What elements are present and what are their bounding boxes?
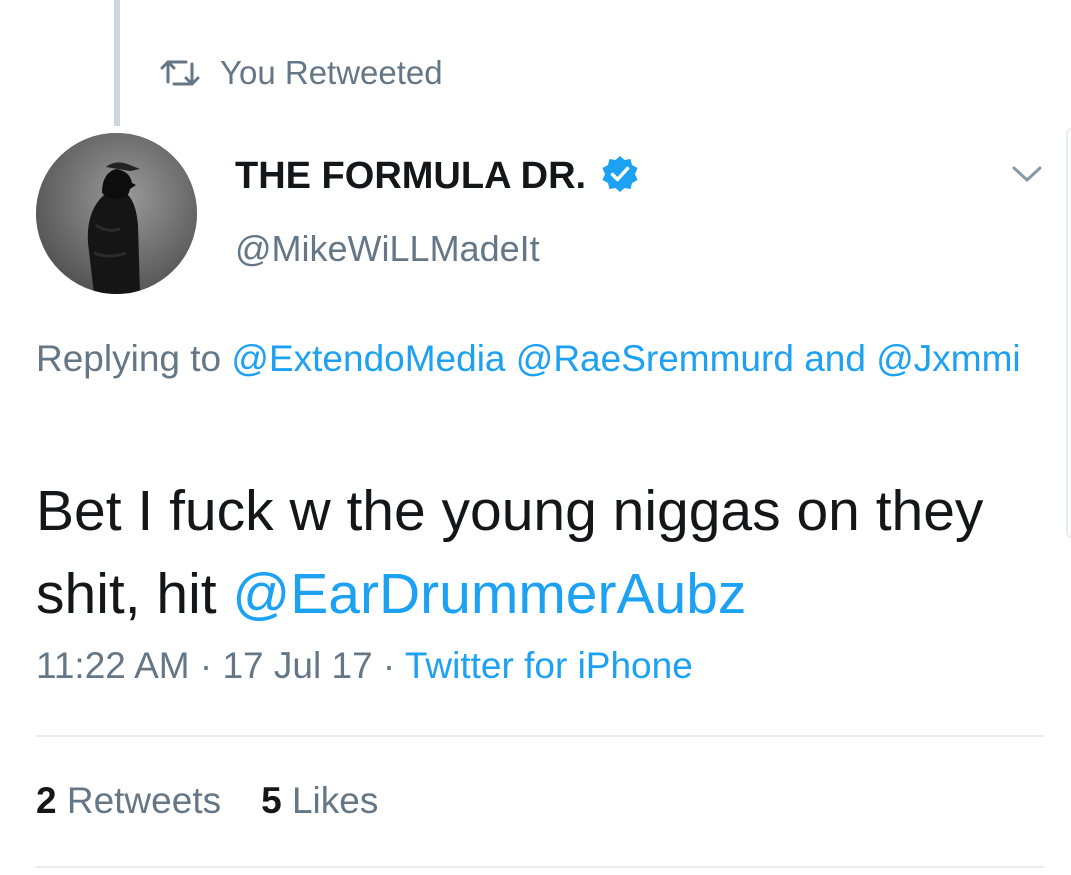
mention-link[interactable]: @EarDrummerAubz bbox=[232, 562, 746, 626]
mention-link[interactable]: @Jxmmi bbox=[876, 338, 1020, 379]
replying-to: Replying to @ExtendoMedia @RaeSremmurd a… bbox=[36, 332, 1036, 385]
likes-count: 5 bbox=[261, 780, 282, 821]
retweet-icon bbox=[160, 58, 200, 88]
meta-separator: · bbox=[189, 645, 223, 686]
thread-connector-line bbox=[114, 0, 120, 126]
retweets-label: Retweets bbox=[66, 780, 222, 821]
verified-badge-icon bbox=[600, 154, 640, 199]
tweet-text: Bet I fuck w the young niggas on they sh… bbox=[36, 470, 1046, 636]
tweet-time: 11:22 AM bbox=[36, 645, 190, 686]
tweet-date: 17 Jul 17 bbox=[222, 645, 373, 686]
retweets-count: 2 bbox=[36, 780, 57, 821]
mention-joiner: and bbox=[804, 338, 866, 379]
author-name-row[interactable]: THE FORMULA DR. bbox=[235, 154, 640, 199]
author-display-name[interactable]: THE FORMULA DR. bbox=[235, 155, 586, 198]
tweet-source-link[interactable]: Twitter for iPhone bbox=[405, 645, 693, 686]
likes-stat[interactable]: 5 Likes bbox=[261, 780, 378, 822]
author-handle[interactable]: @MikeWiLLMadeIt bbox=[235, 228, 540, 270]
tweet-meta: 11:22 AM · 17 Jul 17 · Twitter for iPhon… bbox=[36, 645, 693, 687]
retweet-context: You Retweeted bbox=[160, 50, 443, 96]
avatar[interactable] bbox=[36, 133, 197, 294]
retweet-context-label: You Retweeted bbox=[220, 54, 443, 91]
engagement-stats: 2 Retweets 5 Likes bbox=[36, 780, 378, 822]
meta-separator: · bbox=[372, 645, 405, 686]
retweets-stat[interactable]: 2 Retweets bbox=[36, 780, 221, 822]
divider bbox=[36, 735, 1044, 737]
replying-prefix: Replying to bbox=[36, 338, 222, 379]
scrollbar-edge bbox=[1066, 128, 1071, 538]
likes-label: Likes bbox=[291, 780, 379, 821]
mention-link[interactable]: @ExtendoMedia bbox=[231, 338, 505, 379]
mention-link[interactable]: @RaeSremmurd bbox=[516, 338, 794, 379]
chevron-down-icon[interactable] bbox=[1010, 162, 1044, 191]
divider bbox=[36, 866, 1044, 868]
